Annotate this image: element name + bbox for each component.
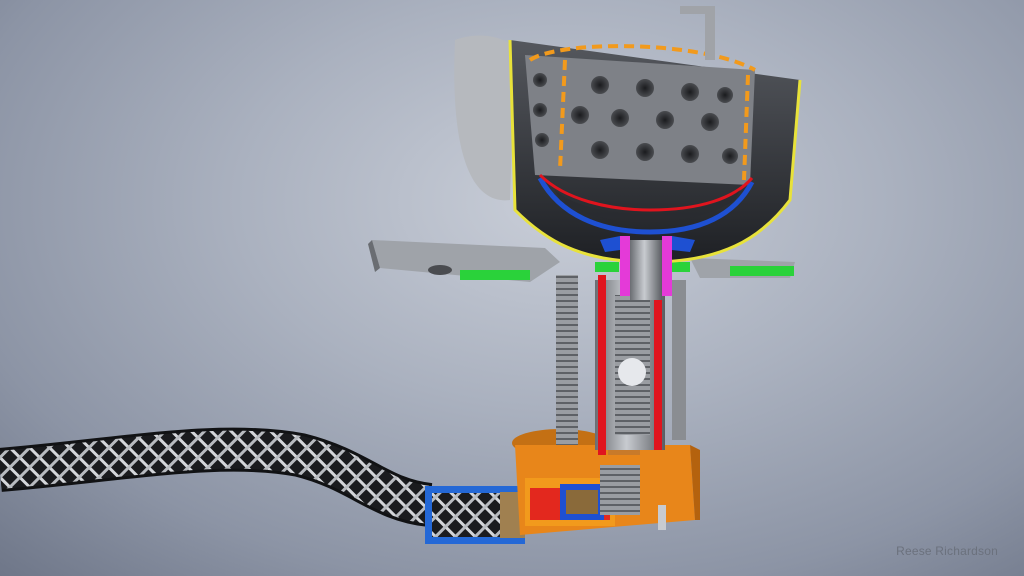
feed-tube-section (595, 275, 686, 455)
hose-ferrule-section (425, 486, 525, 544)
cutaway-render (0, 6, 802, 544)
burner-cup-icon (454, 6, 802, 264)
braided-hose-icon (0, 427, 433, 527)
render-scene: Reese Richardson (0, 0, 1024, 576)
author-credit: Reese Richardson (896, 544, 998, 558)
threaded-rod (556, 275, 578, 445)
